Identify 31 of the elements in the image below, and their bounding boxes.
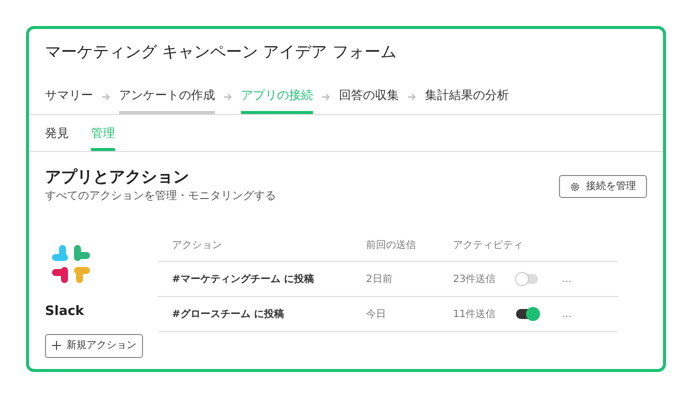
app-name: Slack (45, 303, 85, 321)
table-cell-text: 23件送信 (453, 272, 497, 286)
step-tab[interactable]: サマリー (45, 86, 93, 114)
table-cell-text: 11件送信 (453, 308, 497, 322)
column-header: アクション (171, 239, 223, 253)
manage-connections-button[interactable]: 接続を管理 (559, 175, 647, 198)
step-tab[interactable]: 集計結果の分析 (425, 86, 509, 114)
table-cell-text: 2日前 (366, 272, 394, 286)
plus-icon (52, 341, 60, 350)
step-tab[interactable]: アンケートの作成 (119, 86, 215, 114)
section-subtitle: すべてのアクションを管理・モニタリングする (45, 188, 276, 204)
toggle-switch[interactable] (516, 274, 538, 284)
column-header: 前回の送信 (366, 239, 417, 253)
arrow-icon (407, 92, 417, 102)
arrow-icon (101, 92, 111, 102)
more-menu[interactable]: ... (562, 272, 572, 286)
toggle-switch[interactable] (516, 309, 538, 319)
slack-logo-icon (51, 244, 91, 284)
section-title: アプリとアクション (45, 166, 190, 188)
more-menu[interactable]: ... (562, 306, 572, 322)
form-title: マーケティング キャンペーン アイデア フォーム (44, 41, 398, 63)
table-cell-text: #グロースチーム に投稿 (171, 308, 285, 322)
column-header: アクティビティ (453, 239, 524, 253)
arrow-icon (321, 92, 331, 102)
table-cell-text: 今日 (366, 308, 387, 322)
arrow-icon (223, 92, 233, 102)
settings-icon (570, 182, 580, 192)
step-tab[interactable]: 回答の収集 (339, 86, 399, 114)
new-action-button[interactable]: 新規アクション (45, 334, 143, 358)
table-cell-text: #マーケティングチーム に投稿 (171, 272, 315, 286)
sub-tab[interactable]: 発見 (45, 124, 69, 151)
